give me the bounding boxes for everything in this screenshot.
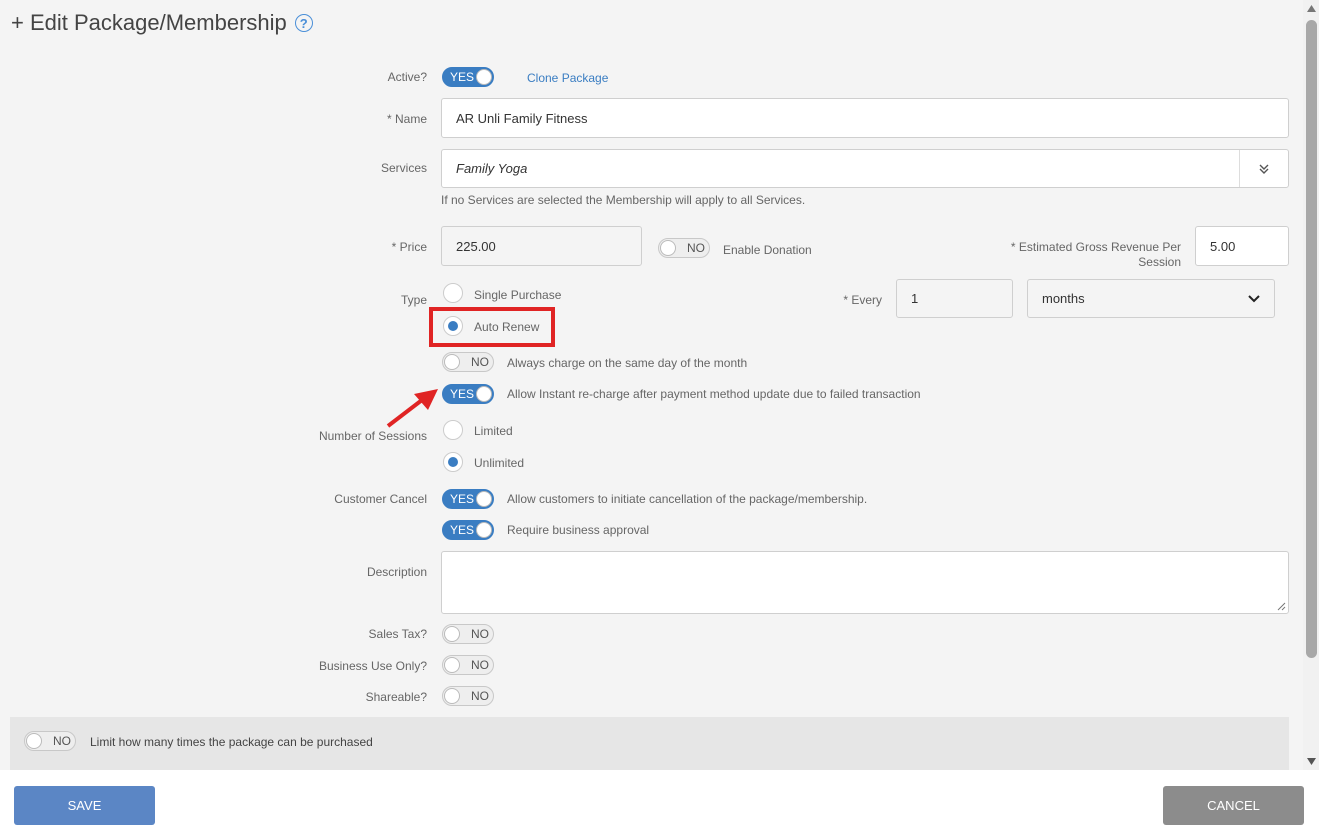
cancel-button[interactable]: CANCEL bbox=[1163, 786, 1304, 825]
toggle-knob bbox=[444, 688, 460, 704]
price-label: * Price bbox=[391, 240, 427, 254]
customer-cancel-label: Customer Cancel bbox=[334, 492, 427, 506]
type-label: Type bbox=[400, 293, 427, 307]
services-select[interactable]: Family Yoga bbox=[441, 149, 1289, 188]
description-label: Description bbox=[366, 565, 427, 579]
toggle-knob bbox=[444, 657, 460, 673]
approval-toggle-text: YES bbox=[450, 523, 475, 537]
auto-renew-label: Auto Renew bbox=[474, 320, 540, 334]
toggle-knob bbox=[476, 386, 492, 402]
toggle-knob bbox=[444, 354, 460, 370]
egr-label-line1: * Estimated Gross Revenue Per bbox=[1010, 240, 1181, 254]
scroll-up-icon[interactable] bbox=[1306, 3, 1317, 13]
approval-toggle[interactable]: YES bbox=[442, 520, 494, 540]
active-toggle-text: YES bbox=[450, 70, 475, 84]
same-day-toggle[interactable]: NO bbox=[442, 352, 494, 372]
instant-recharge-toggle-text: YES bbox=[450, 387, 475, 401]
instant-recharge-toggle[interactable]: YES bbox=[442, 384, 494, 404]
toggle-knob bbox=[26, 733, 42, 749]
same-day-toggle-text: NO bbox=[471, 355, 489, 369]
help-icon[interactable]: ? bbox=[294, 14, 313, 32]
scroll-down-icon[interactable] bbox=[1306, 757, 1317, 767]
limit-label: Limit how many times the package can be … bbox=[90, 735, 373, 749]
donation-toggle-text: NO bbox=[687, 241, 705, 255]
radio-single-purchase[interactable] bbox=[443, 283, 463, 303]
egr-label-line2: Session bbox=[1138, 255, 1181, 269]
instant-recharge-label: Allow Instant re-charge after payment me… bbox=[507, 387, 921, 401]
radio-auto-renew[interactable] bbox=[443, 316, 463, 336]
save-button[interactable]: SAVE bbox=[14, 786, 155, 825]
page-title: + Edit Package/Membership ? bbox=[11, 10, 313, 36]
limit-toggle-text: NO bbox=[53, 734, 71, 748]
sessions-label: Number of Sessions bbox=[318, 429, 427, 443]
business-use-toggle-text: NO bbox=[471, 658, 489, 672]
services-label: Services bbox=[380, 161, 427, 175]
shareable-toggle-text: NO bbox=[471, 689, 489, 703]
description-textarea[interactable] bbox=[441, 551, 1289, 614]
page-title-text: + Edit Package/Membership bbox=[11, 10, 287, 35]
double-chevron-down-icon[interactable] bbox=[1239, 150, 1288, 187]
clone-package-link[interactable]: Clone Package bbox=[527, 71, 608, 85]
footer-bar bbox=[0, 770, 1319, 836]
services-hint: If no Services are selected the Membersh… bbox=[441, 193, 806, 207]
name-label: * Name bbox=[386, 112, 427, 126]
egr-label: * Estimated Gross Revenue Per Session bbox=[981, 240, 1181, 270]
every-input[interactable]: 1 bbox=[896, 279, 1013, 318]
services-value: Family Yoga bbox=[456, 161, 528, 176]
period-value: months bbox=[1042, 291, 1085, 306]
approval-text: Require business approval bbox=[507, 523, 650, 537]
shareable-label: Shareable? bbox=[365, 690, 427, 704]
unlimited-label: Unlimited bbox=[474, 456, 525, 470]
toggle-knob bbox=[476, 491, 492, 507]
name-input[interactable]: AR Unli Family Fitness bbox=[441, 98, 1289, 138]
every-label: * Every bbox=[843, 293, 882, 307]
customer-cancel-toggle[interactable]: YES bbox=[442, 489, 494, 509]
active-toggle[interactable]: YES bbox=[442, 67, 494, 87]
sales-tax-toggle[interactable]: NO bbox=[442, 624, 494, 644]
radio-unlimited[interactable] bbox=[443, 452, 463, 472]
toggle-knob bbox=[444, 626, 460, 642]
customer-cancel-toggle-text: YES bbox=[450, 492, 475, 506]
active-label: Active? bbox=[387, 70, 427, 84]
customer-cancel-text: Allow customers to initiate cancellation… bbox=[507, 492, 868, 506]
scrollbar-thumb[interactable] bbox=[1306, 20, 1317, 658]
donation-label: Enable Donation bbox=[723, 243, 812, 257]
donation-toggle[interactable]: NO bbox=[658, 238, 710, 258]
business-use-toggle[interactable]: NO bbox=[442, 655, 494, 675]
period-select[interactable]: months bbox=[1027, 279, 1275, 318]
toggle-knob bbox=[476, 69, 492, 85]
resize-handle-icon[interactable] bbox=[1276, 601, 1286, 611]
limit-toggle[interactable]: NO bbox=[24, 731, 76, 751]
egr-input[interactable]: 5.00 bbox=[1195, 226, 1289, 266]
business-use-label: Business Use Only? bbox=[318, 659, 427, 673]
shareable-toggle[interactable]: NO bbox=[442, 686, 494, 706]
chevron-down-icon bbox=[1248, 294, 1260, 302]
sales-tax-label: Sales Tax? bbox=[368, 627, 427, 641]
limited-label: Limited bbox=[474, 424, 513, 438]
toggle-knob bbox=[660, 240, 676, 256]
price-input[interactable]: 225.00 bbox=[441, 226, 642, 266]
toggle-knob bbox=[476, 522, 492, 538]
single-purchase-label: Single Purchase bbox=[474, 288, 562, 302]
red-arrow-icon bbox=[386, 389, 438, 428]
radio-limited[interactable] bbox=[443, 420, 463, 440]
sales-tax-toggle-text: NO bbox=[471, 627, 489, 641]
same-day-label: Always charge on the same day of the mon… bbox=[507, 356, 748, 370]
